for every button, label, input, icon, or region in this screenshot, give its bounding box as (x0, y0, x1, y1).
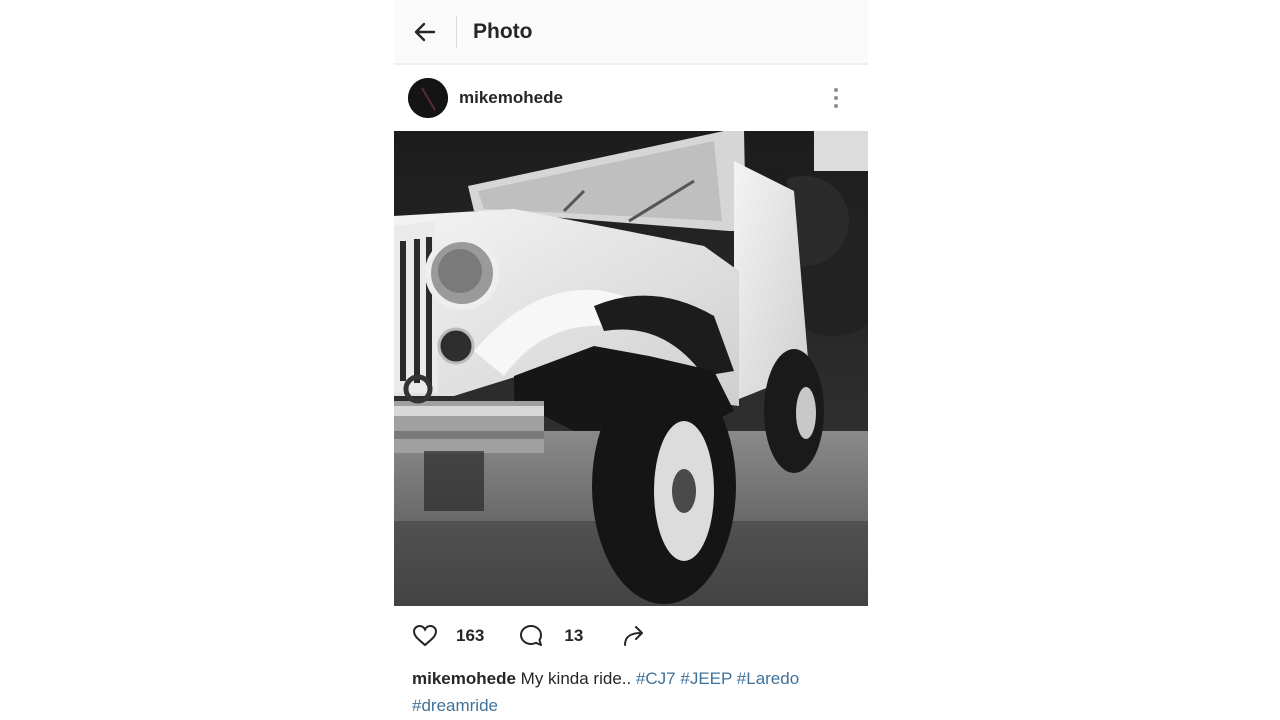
comment-icon (520, 625, 543, 646)
page-title: Photo (473, 19, 533, 43)
hashtag-laredo[interactable]: #Laredo (737, 669, 799, 688)
post-actions: 163 13 (394, 612, 868, 660)
heart-icon (412, 624, 438, 647)
back-button[interactable] (394, 0, 456, 63)
post-username[interactable]: mikemohede (459, 88, 563, 108)
caption-username[interactable]: mikemohede (412, 669, 516, 688)
header-divider (456, 15, 457, 48)
post-header: mikemohede (394, 67, 868, 129)
vertical-dots-icon (834, 88, 838, 108)
like-button[interactable]: 163 (412, 624, 484, 648)
arrow-left-icon (414, 22, 436, 41)
avatar[interactable] (408, 78, 448, 118)
post-caption: mikemohede My kinda ride.. #CJ7 #JEEP #L… (412, 665, 852, 719)
more-options-button[interactable] (824, 78, 848, 118)
like-count: 163 (456, 626, 485, 645)
photo-page: Photo mikemohede 163 13 mikemohede My ki… (394, 0, 868, 720)
share-button[interactable] (621, 624, 647, 648)
hashtag-cj7[interactable]: #CJ7 (636, 669, 676, 688)
caption-text: My kinda ride.. (520, 669, 632, 688)
hashtag-jeep[interactable]: #JEEP (680, 669, 732, 688)
hashtag-dreamride[interactable]: #dreamride (412, 696, 498, 715)
top-bar: Photo (394, 0, 868, 65)
share-arrow-icon (624, 626, 644, 646)
avatar-image (408, 78, 448, 118)
jeep-photo (394, 131, 868, 606)
post-photo[interactable] (394, 131, 868, 606)
comment-button[interactable]: 13 (518, 623, 583, 649)
comment-count: 13 (564, 626, 584, 645)
